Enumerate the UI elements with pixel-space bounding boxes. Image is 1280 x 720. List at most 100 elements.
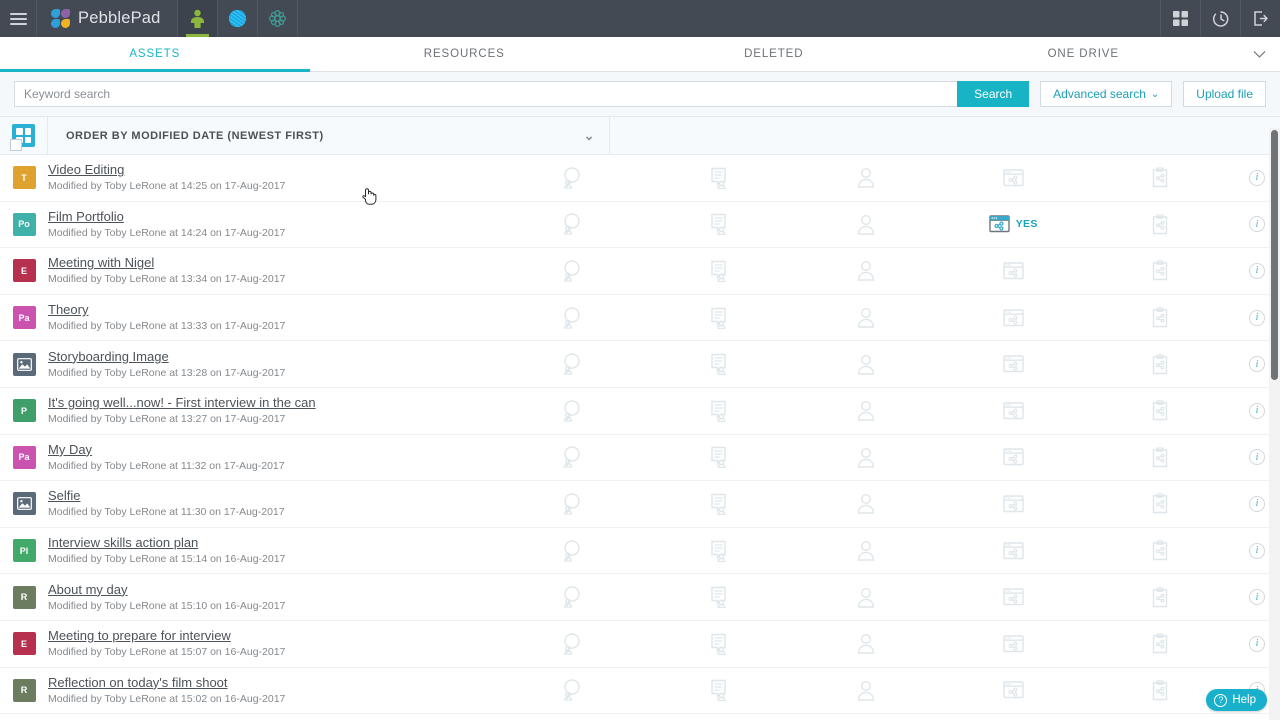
submitted-action[interactable]	[1087, 307, 1234, 328]
table-row[interactable]: Storyboarding Image Modified by Toby LeR…	[0, 341, 1280, 388]
help-button[interactable]: ? Help	[1206, 689, 1267, 711]
asset-title-link[interactable]: Video Editing	[48, 162, 124, 178]
feedback-action[interactable]	[645, 213, 792, 236]
tab-deleted[interactable]: DELETED	[619, 37, 929, 71]
table-row[interactable]: R About my day Modified by Toby LeRone a…	[0, 574, 1280, 621]
published-action[interactable]	[940, 169, 1087, 187]
shared-with-action[interactable]	[792, 587, 939, 608]
feedback-action[interactable]	[645, 586, 792, 609]
submitted-action[interactable]	[1087, 540, 1234, 561]
published-action[interactable]	[940, 588, 1087, 606]
published-action[interactable]	[940, 308, 1087, 327]
asset-title-link[interactable]: Theory	[48, 302, 88, 318]
asset-title-link[interactable]: Film Portfolio	[48, 209, 124, 225]
asset-title-link[interactable]: Meeting with Nigel	[48, 255, 154, 271]
feedback-action[interactable]	[645, 307, 792, 329]
published-action[interactable]	[940, 541, 1087, 560]
table-row[interactable]: Po Film Portfolio Modified by Toby LeRon…	[0, 202, 1280, 249]
published-action[interactable]	[940, 635, 1087, 653]
submitted-action[interactable]	[1087, 400, 1234, 421]
tab-one-drive[interactable]: ONE DRIVE	[929, 37, 1239, 71]
published-action[interactable]	[940, 402, 1087, 420]
table-row[interactable]: E Meeting to prepare for interview Modif…	[0, 621, 1280, 668]
published-action[interactable]	[940, 355, 1087, 373]
shared-with-action[interactable]	[792, 167, 939, 188]
comments-action[interactable]	[498, 353, 645, 375]
search-button[interactable]: Search	[957, 81, 1030, 107]
table-row[interactable]: P It's going well...now! - First intervi…	[0, 388, 1280, 435]
search-input[interactable]	[14, 81, 958, 107]
shared-with-action[interactable]	[792, 447, 939, 468]
vertical-scrollbar[interactable]	[1269, 128, 1280, 720]
feedback-action[interactable]	[645, 260, 792, 282]
comments-action[interactable]	[498, 167, 645, 189]
feedback-action[interactable]	[645, 353, 792, 376]
published-action[interactable]	[940, 448, 1087, 466]
feedback-action[interactable]	[645, 167, 792, 189]
scrollbar-thumb[interactable]	[1271, 130, 1278, 380]
table-row[interactable]: Selfie Modified by Toby LeRone at 11:30 …	[0, 481, 1280, 528]
comments-action[interactable]	[498, 633, 645, 655]
sort-order-dropdown[interactable]: ORDER BY MODIFIED DATE (NEWEST FIRST) ⌄	[48, 116, 610, 155]
asset-title-link[interactable]: Interview skills action plan	[48, 535, 198, 551]
comments-action[interactable]	[498, 679, 645, 701]
shared-with-action[interactable]	[792, 400, 939, 421]
shared-with-action[interactable]	[792, 540, 939, 561]
asset-title-link[interactable]: Storyboarding Image	[48, 349, 169, 365]
submitted-action[interactable]	[1087, 586, 1234, 608]
table-row[interactable]: Pa My Day Modified by Toby LeRone at 11:…	[0, 435, 1280, 482]
feedback-action[interactable]	[645, 446, 792, 469]
feedback-action[interactable]	[645, 679, 792, 702]
table-row[interactable]: Pl Interview skills action plan Modified…	[0, 528, 1280, 575]
submitted-action[interactable]	[1087, 354, 1234, 375]
submitted-action[interactable]	[1087, 493, 1234, 514]
logout-icon[interactable]	[1240, 0, 1280, 37]
submitted-action[interactable]	[1087, 167, 1234, 188]
comments-action[interactable]	[498, 539, 645, 562]
asset-title-link[interactable]: My Day	[48, 442, 92, 458]
comments-action[interactable]	[498, 213, 645, 236]
apps-grid-icon[interactable]	[1160, 0, 1200, 37]
table-row[interactable]: E Meeting with Nigel Modified by Toby Le…	[0, 248, 1280, 295]
published-action[interactable]: YES	[940, 215, 1087, 233]
feedback-action[interactable]	[645, 540, 792, 562]
shared-with-action[interactable]	[792, 493, 939, 515]
shared-with-action[interactable]	[792, 354, 939, 375]
hamburger-menu-icon[interactable]	[0, 0, 37, 37]
table-row[interactable]: T Video Editing Modified by Toby LeRone …	[0, 155, 1280, 202]
asset-title-link[interactable]: Meeting to prepare for interview	[48, 628, 231, 644]
submitted-action[interactable]	[1087, 633, 1234, 654]
comments-action[interactable]	[498, 493, 645, 515]
published-action[interactable]	[940, 681, 1087, 699]
submitted-action[interactable]	[1087, 260, 1234, 281]
upload-file-button[interactable]: Upload file	[1183, 81, 1266, 107]
grid-view-icon[interactable]	[0, 116, 48, 155]
published-action[interactable]	[940, 262, 1087, 280]
person-green-icon[interactable]	[177, 0, 218, 37]
teal-flower-icon[interactable]	[258, 0, 298, 37]
shared-with-action[interactable]	[792, 214, 939, 235]
feedback-action[interactable]	[645, 633, 792, 655]
feedback-action[interactable]	[645, 400, 792, 422]
tab-overflow-chevron-down-icon[interactable]	[1238, 37, 1280, 71]
advanced-search-button[interactable]: Advanced search ⌄	[1040, 81, 1173, 107]
asset-title-link[interactable]: About my day	[48, 582, 128, 598]
comments-action[interactable]	[498, 446, 645, 469]
tab-assets[interactable]: ASSETS	[0, 37, 310, 72]
asset-title-link[interactable]: Reflection on today's film shoot	[48, 675, 228, 691]
submitted-action[interactable]	[1087, 214, 1234, 235]
published-action[interactable]	[940, 495, 1087, 513]
blue-circle-icon[interactable]	[218, 0, 258, 37]
submitted-action[interactable]	[1087, 447, 1234, 468]
table-row[interactable]: Pa Theory Modified by Toby LeRone at 13:…	[0, 295, 1280, 342]
asset-title-link[interactable]: It's going well...now! - First interview…	[48, 395, 316, 411]
comments-action[interactable]	[498, 400, 645, 422]
shared-with-action[interactable]	[792, 680, 939, 701]
feedback-action[interactable]	[645, 493, 792, 515]
shared-with-action[interactable]	[792, 633, 939, 654]
tab-resources[interactable]: RESOURCES	[310, 37, 620, 71]
comments-action[interactable]	[498, 586, 645, 608]
shared-with-action[interactable]	[792, 260, 939, 282]
asset-title-link[interactable]: Selfie	[48, 488, 81, 504]
shared-with-action[interactable]	[792, 307, 939, 328]
